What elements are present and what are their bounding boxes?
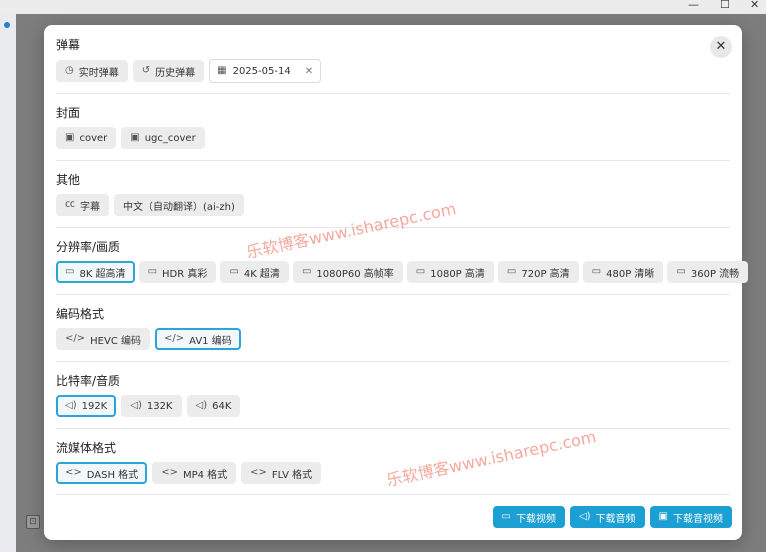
resolution-720p-button[interactable]: ▭ 720P 高清: [497, 261, 579, 283]
resolution-1080p60-button[interactable]: ▭ 1080P60 高帧率: [292, 261, 403, 283]
resolution-480p-button[interactable]: ▭ 480P 清晰: [582, 261, 664, 283]
video-icon: ▭: [301, 266, 312, 277]
maximize-icon[interactable]: ☐: [720, 0, 730, 10]
video-icon: ▭: [676, 266, 686, 277]
image-icon: ▣: [130, 132, 140, 143]
speaker-icon: ◁): [130, 400, 142, 411]
divider: [56, 160, 730, 161]
section-title: 封面: [56, 106, 81, 120]
dialog-footer: ▭ 下载视频 ◁) 下载音频 ▣ 下载音视频: [492, 506, 732, 528]
cover-button[interactable]: ▣ cover: [56, 127, 117, 149]
stream-mp4-button[interactable]: <> MP4 格式: [152, 462, 237, 484]
download-audio-video-button[interactable]: ▣ 下载音视频: [649, 506, 732, 528]
section-danmaku: 弹幕 ◷ 实时弹幕 ↺ 历史弹幕 ▦ 2025-05-14 ✕: [56, 37, 730, 83]
section-other: 其他 ㏄ 字幕 中文（自动翻译）(ai-zh): [56, 172, 730, 216]
video-icon: ▭: [229, 266, 239, 277]
divider: [56, 428, 730, 429]
section-title: 分辨率/画质: [56, 240, 121, 254]
divider: [56, 361, 730, 362]
video-icon: ▭: [506, 266, 517, 277]
date-value: 2025-05-14: [232, 65, 291, 77]
history-icon: ↺: [141, 65, 151, 76]
divider: [56, 227, 730, 228]
bitrate-132k-button[interactable]: ◁) 132K: [121, 395, 182, 417]
stream-flv-button[interactable]: <> FLV 格式: [241, 462, 322, 484]
divider: [56, 494, 730, 495]
section-bitrate: 比特率/音质 ◁) 192K ◁) 132K ◁) 64K: [56, 373, 730, 417]
clear-date-icon[interactable]: ✕: [305, 66, 313, 77]
video-icon: ▭: [147, 266, 158, 277]
resolution-1080p-button[interactable]: ▭ 1080P 高清: [406, 261, 494, 283]
download-video-button[interactable]: ▭ 下载视频: [492, 506, 565, 528]
close-window-icon[interactable]: ✕: [750, 0, 759, 10]
app-sidebar: [0, 14, 16, 552]
section-cover: 封面 ▣ cover ▣ ugc_cover: [56, 105, 730, 149]
section-resolution: 分辨率/画质 ▭ 8K 超高清 ▭ HDR 真彩 ▭ 4K 超清 ▭ 1080P60 高…: [56, 239, 749, 283]
brackets-icon: <>: [250, 467, 267, 478]
media-icon: ▣: [658, 511, 668, 522]
section-codec: 编码格式 </> HEVC 编码 </> AV1 编码: [56, 306, 730, 350]
speaker-icon: ◁): [578, 511, 591, 522]
realtime-danmaku-button[interactable]: ◷ 实时弹幕: [56, 60, 128, 82]
divider: [56, 294, 730, 295]
calendar-icon: ▦: [217, 65, 227, 76]
bitrate-64k-button[interactable]: ◁) 64K: [186, 395, 241, 417]
image-icon: ▣: [65, 132, 75, 143]
video-icon: ▭: [501, 511, 511, 522]
resolution-4k-button[interactable]: ▭ 4K 超清: [220, 261, 289, 283]
bitrate-192k-button[interactable]: ◁) 192K: [56, 395, 117, 417]
download-options-dialog: ✕ 弹幕 ◷ 实时弹幕 ↺ 历史弹幕 ▦ 2025-05-14 ✕ 封面 ▣ c…: [44, 25, 749, 540]
section-stream: 流媒体格式 <> DASH 格式 <> MP4 格式 <> FLV 格式: [56, 440, 730, 484]
codec-hevc-button[interactable]: </> HEVC 编码: [56, 328, 150, 350]
history-danmaku-button[interactable]: ↺ 历史弹幕: [132, 60, 205, 82]
ugc-cover-button[interactable]: ▣ ugc_cover: [121, 127, 205, 149]
brackets-icon: <>: [65, 467, 82, 478]
resolution-360p-button[interactable]: ▭ 360P 流畅: [667, 261, 749, 283]
minimize-icon[interactable]: —: [688, 0, 699, 10]
sidebar-mini-icon[interactable]: ⊡: [26, 515, 40, 529]
section-title: 其他: [56, 173, 81, 187]
download-audio-button[interactable]: ◁) 下载音频: [569, 506, 645, 528]
divider: [56, 93, 730, 94]
video-icon: ▭: [65, 266, 75, 277]
video-icon: ▭: [591, 266, 602, 277]
codec-av1-button[interactable]: </> AV1 编码: [154, 328, 241, 350]
stream-dash-button[interactable]: <> DASH 格式: [56, 462, 148, 484]
code-icon: </>: [163, 333, 185, 344]
subtitle-language-button[interactable]: 中文（自动翻译）(ai-zh): [114, 194, 244, 216]
speaker-icon: ◁): [65, 400, 77, 411]
code-icon: </>: [65, 333, 86, 344]
section-title: 编码格式: [56, 307, 105, 321]
sidebar-active-indicator: [4, 22, 10, 28]
video-icon: ▭: [415, 266, 426, 277]
section-title: 弹幕: [56, 38, 81, 52]
brackets-icon: <>: [161, 467, 178, 478]
section-title: 比特率/音质: [56, 374, 121, 388]
resolution-8k-button[interactable]: ▭ 8K 超高清: [56, 261, 135, 283]
section-title: 流媒体格式: [56, 441, 117, 455]
clock-icon: ◷: [65, 65, 74, 76]
subtitle-button[interactable]: ㏄ 字幕: [56, 194, 109, 216]
speaker-icon: ◁): [195, 400, 208, 411]
app-title-bar: — ☐ ✕: [0, 0, 766, 14]
cc-icon: ㏄: [65, 199, 75, 210]
date-picker[interactable]: ▦ 2025-05-14 ✕: [209, 59, 322, 83]
resolution-hdr-button[interactable]: ▭ HDR 真彩: [138, 261, 217, 283]
